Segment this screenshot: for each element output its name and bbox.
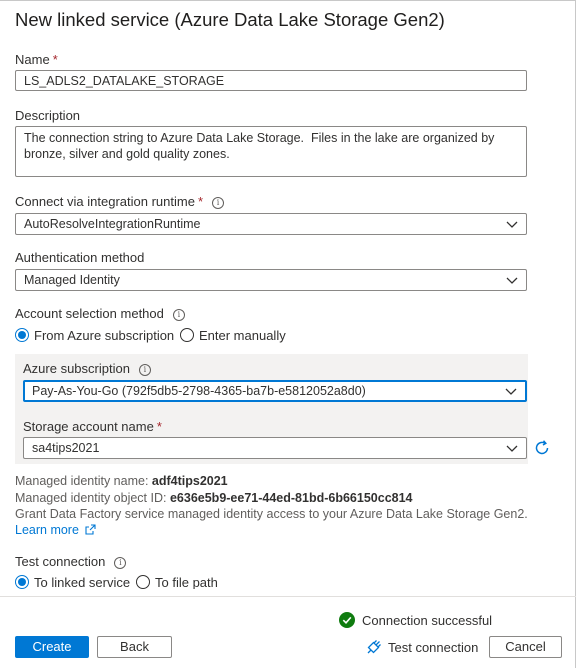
- chevron-down-icon: [506, 445, 518, 452]
- radio-to-file-path[interactable]: To file path: [136, 575, 218, 589]
- identity-object-line: Managed identity object ID: e636e5b9-ee7…: [15, 491, 413, 505]
- radio-unselected-icon: [180, 328, 194, 342]
- grant-text: Grant Data Factory service managed ident…: [15, 507, 528, 521]
- required-marker: *: [197, 194, 203, 209]
- radio-unselected-icon: [136, 575, 150, 589]
- radio-label: To file path: [155, 575, 218, 589]
- runtime-label: Connect via integration runtime * i: [15, 194, 224, 209]
- test-connection-options-clip: To linked service To file path: [0, 572, 576, 589]
- runtime-select[interactable]: AutoResolveIntegrationRuntime: [15, 213, 527, 235]
- success-check-icon: [339, 612, 355, 628]
- description-label: Description: [15, 108, 81, 123]
- learn-more-link[interactable]: Learn more: [15, 523, 96, 537]
- back-button[interactable]: Back: [97, 636, 172, 658]
- info-icon[interactable]: i: [212, 197, 224, 209]
- info-icon[interactable]: i: [138, 364, 151, 376]
- auth-select[interactable]: Managed Identity: [15, 269, 527, 291]
- auth-label: Authentication method: [15, 250, 145, 265]
- required-marker: *: [156, 419, 162, 434]
- storage-value: sa4tips2021: [32, 441, 100, 455]
- radio-to-linked-service[interactable]: To linked service: [15, 575, 130, 589]
- name-input[interactable]: [15, 70, 527, 91]
- storage-select[interactable]: sa4tips2021: [23, 437, 527, 459]
- plug-icon: [367, 640, 381, 654]
- identity-name-value: adf4tips2021: [151, 474, 228, 488]
- subscription-select[interactable]: Pay-As-You-Go (792f5db5-2798-4365-ba7b-e…: [23, 380, 527, 402]
- radio-enter-manually[interactable]: Enter manually: [180, 328, 286, 343]
- chevron-down-icon: [505, 388, 517, 395]
- radio-label: From Azure subscription: [34, 328, 175, 343]
- window-top-border: [0, 0, 576, 1]
- identity-object-value: e636e5b9-ee71-44ed-81bd-6b66150cc814: [169, 491, 413, 505]
- radio-label: Enter manually: [199, 328, 286, 343]
- radio-from-subscription[interactable]: From Azure subscription: [15, 328, 174, 343]
- subscription-value: Pay-As-You-Go (792f5db5-2798-4365-ba7b-e…: [32, 384, 366, 398]
- radio-label: To linked service: [34, 575, 131, 589]
- panel-title: New linked service (Azure Data Lake Stor…: [15, 9, 445, 30]
- test-connection-button[interactable]: Test connection: [366, 639, 478, 655]
- chevron-down-icon: [506, 221, 518, 228]
- test-connection-label: Test connection i: [15, 554, 127, 569]
- create-button[interactable]: Create: [15, 636, 89, 658]
- storage-label: Storage account name *: [23, 419, 162, 434]
- name-label: Name *: [15, 52, 58, 67]
- info-icon[interactable]: i: [114, 557, 127, 569]
- radio-selected-icon: [15, 575, 29, 589]
- footer-divider: [0, 596, 576, 597]
- radio-selected-icon: [15, 328, 29, 342]
- identity-name-line: Managed identity name: adf4tips2021: [15, 474, 228, 488]
- runtime-value: AutoResolveIntegrationRuntime: [24, 217, 201, 231]
- description-textarea[interactable]: [15, 126, 527, 177]
- external-link-icon: [85, 524, 96, 535]
- required-marker: *: [52, 52, 58, 67]
- subscription-label: Azure subscription i: [23, 361, 151, 376]
- chevron-down-icon: [506, 277, 518, 284]
- cancel-button[interactable]: Cancel: [489, 636, 562, 658]
- account-selection-label: Account selection method i: [15, 306, 185, 321]
- info-icon[interactable]: i: [172, 309, 185, 321]
- test-connection-label-text: Test connection: [388, 640, 479, 655]
- connection-status-text: Connection successful: [362, 613, 493, 628]
- auth-value: Managed Identity: [24, 273, 120, 287]
- refresh-icon[interactable]: [533, 439, 551, 457]
